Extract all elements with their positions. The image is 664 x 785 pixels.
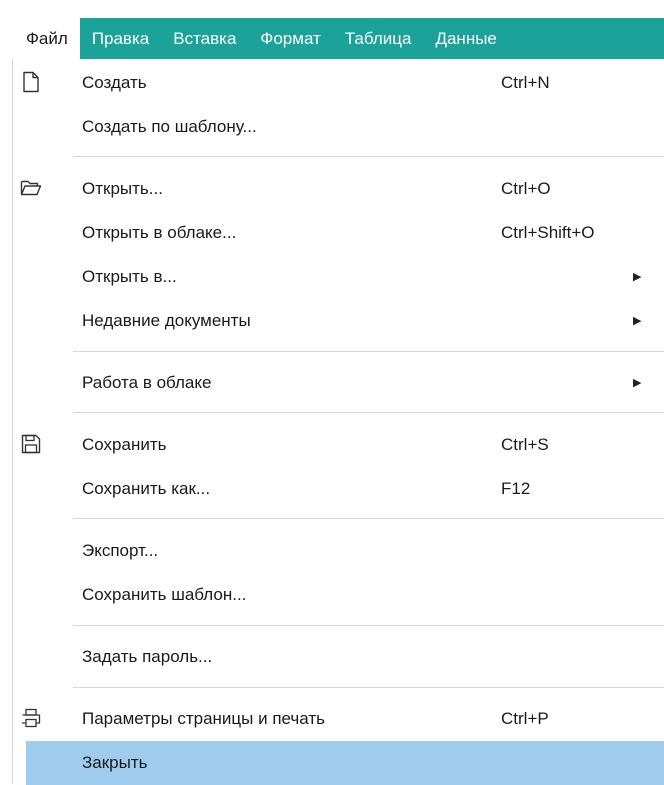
- menu-separator: [73, 351, 664, 352]
- menu-item-open-in-cloud[interactable]: Открыть в облаке... Ctrl+Shift+O: [13, 211, 664, 255]
- menu-item-label: Экспорт...: [82, 541, 159, 560]
- printer-icon: [19, 706, 43, 730]
- menu-separator: [73, 518, 664, 519]
- open-folder-icon: [19, 176, 43, 200]
- menu-item-shortcut: Ctrl+P: [501, 709, 549, 728]
- menu-item-cloud-work[interactable]: Работа в облаке ▶: [13, 361, 664, 405]
- menu-item-label: Работа в облаке: [82, 373, 212, 392]
- menu-item-label: Задать пароль...: [82, 647, 213, 666]
- menu-item-label: Открыть в облаке...: [82, 223, 237, 242]
- menu-separator: [73, 625, 664, 626]
- new-document-icon: [19, 70, 43, 94]
- menu-item-label: Недавние документы: [82, 311, 251, 330]
- menu-item-recent-documents[interactable]: Недавние документы ▶: [13, 299, 664, 343]
- menu-item-label: Параметры страницы и печать: [82, 709, 325, 728]
- menu-separator: [73, 412, 664, 413]
- menu-item-new[interactable]: Создать Ctrl+N: [13, 61, 664, 105]
- menu-format[interactable]: Формат: [248, 18, 332, 59]
- submenu-arrow-icon: ▶: [633, 271, 642, 283]
- menu-item-label: Создать: [82, 73, 147, 92]
- menu-item-label: Создать по шаблону...: [82, 117, 257, 136]
- menu-item-shortcut: Ctrl+Shift+O: [501, 223, 595, 242]
- menu-item-set-password[interactable]: Задать пароль...: [13, 635, 664, 679]
- submenu-arrow-icon: ▶: [633, 315, 642, 327]
- menu-item-shortcut: Ctrl+O: [501, 179, 551, 198]
- menu-table[interactable]: Таблица: [333, 18, 424, 59]
- menu-item-open[interactable]: Открыть... Ctrl+O: [13, 167, 664, 211]
- menu-item-label: Открыть...: [82, 179, 163, 198]
- menu-item-label: Открыть в...: [82, 267, 177, 286]
- menu-item-save-as[interactable]: Сохранить как... F12: [13, 467, 664, 511]
- menu-separator: [73, 156, 664, 157]
- menu-edit[interactable]: Правка: [80, 18, 161, 59]
- file-menu-dropdown: Создать Ctrl+N Создать по шаблону... Отк…: [12, 59, 664, 785]
- menu-item-label: Закрыть: [82, 753, 148, 772]
- menu-bar: Файл Правка Вставка Формат Таблица Данны…: [12, 18, 664, 59]
- menu-item-shortcut: Ctrl+S: [501, 435, 549, 454]
- submenu-arrow-icon: ▶: [633, 377, 642, 389]
- menu-item-label: Сохранить как...: [82, 479, 211, 498]
- menu-item-label: Сохранить: [82, 435, 167, 454]
- menu-item-new-from-template[interactable]: Создать по шаблону...: [13, 105, 664, 149]
- menu-item-export[interactable]: Экспорт...: [13, 529, 664, 573]
- menu-item-save[interactable]: Сохранить Ctrl+S: [13, 423, 664, 467]
- menu-item-shortcut: F12: [501, 479, 531, 498]
- menu-file[interactable]: Файл: [12, 18, 80, 59]
- menu-item-open-with[interactable]: Открыть в... ▶: [13, 255, 664, 299]
- menu-separator: [73, 687, 664, 688]
- menu-item-save-template[interactable]: Сохранить шаблон...: [13, 573, 664, 617]
- menu-insert[interactable]: Вставка: [161, 18, 248, 59]
- menu-item-shortcut: Ctrl+N: [501, 73, 550, 92]
- menu-data[interactable]: Данные: [423, 18, 508, 59]
- menu-item-close[interactable]: Закрыть: [26, 741, 664, 785]
- menu-item-label: Сохранить шаблон...: [82, 585, 247, 604]
- menu-item-page-setup-print[interactable]: Параметры страницы и печать Ctrl+P: [13, 697, 664, 741]
- save-icon: [19, 432, 43, 456]
